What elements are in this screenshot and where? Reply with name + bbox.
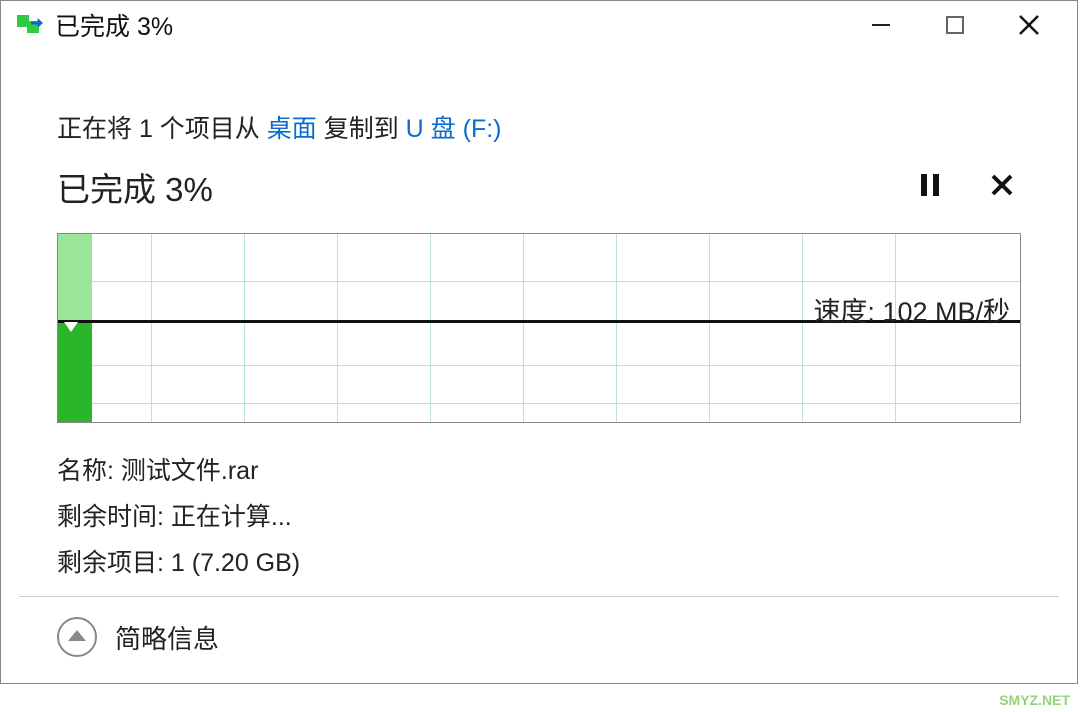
detail-items-remaining: 剩余项目: 1 (7.20 GB): [57, 543, 1021, 579]
progress-row: 已完成 3%: [57, 163, 1021, 211]
source-link[interactable]: 桌面: [267, 115, 317, 143]
detail-time-remaining: 剩余时间: 正在计算...: [57, 497, 1021, 533]
graph-caret-icon: [64, 322, 78, 332]
copy-icon: [17, 15, 45, 35]
cancel-button[interactable]: [989, 172, 1015, 203]
footer-divider: [19, 596, 1059, 597]
content-area: 正在将 1 个项目从 桌面 复制到 U 盘 (F:) 已完成 3%: [1, 49, 1077, 579]
minimize-button[interactable]: [859, 5, 903, 45]
copy-prefix: 正在将 1 个项目从: [57, 115, 267, 143]
titlebar: 已完成 3%: [1, 1, 1077, 49]
progress-controls: [919, 172, 1021, 203]
maximize-button[interactable]: [933, 5, 977, 45]
detail-name: 名称: 测试文件.rar: [57, 451, 1021, 487]
speed-label: 速度: 102 MB/秒: [813, 290, 1010, 329]
window-title: 已完成 3%: [55, 7, 859, 43]
chevron-up-icon: [68, 630, 86, 641]
progress-label: 已完成 3%: [57, 163, 213, 211]
copy-mid: 复制到: [317, 115, 406, 143]
footer: 简略信息: [57, 617, 219, 657]
footer-label: 简略信息: [115, 619, 219, 656]
copy-description: 正在将 1 个项目从 桌面 复制到 U 盘 (F:): [57, 109, 1021, 145]
details-section: 名称: 测试文件.rar 剩余时间: 正在计算... 剩余项目: 1 (7.20…: [57, 451, 1021, 579]
collapse-toggle[interactable]: [57, 617, 97, 657]
close-button[interactable]: [1007, 5, 1051, 45]
window-controls: [859, 5, 1051, 45]
graph-fill-lower: [58, 323, 92, 423]
speed-graph: 速度: 102 MB/秒: [57, 233, 1021, 423]
file-copy-dialog: 已完成 3% 正在将 1 个项目从 桌面 复制到 U 盘 (F:) 已完成 3%: [0, 0, 1078, 684]
watermark: SMYZ.NET: [999, 692, 1070, 708]
dest-link[interactable]: U 盘 (F:): [406, 115, 502, 143]
graph-fill-upper: [58, 234, 92, 320]
pause-button[interactable]: [919, 172, 941, 203]
